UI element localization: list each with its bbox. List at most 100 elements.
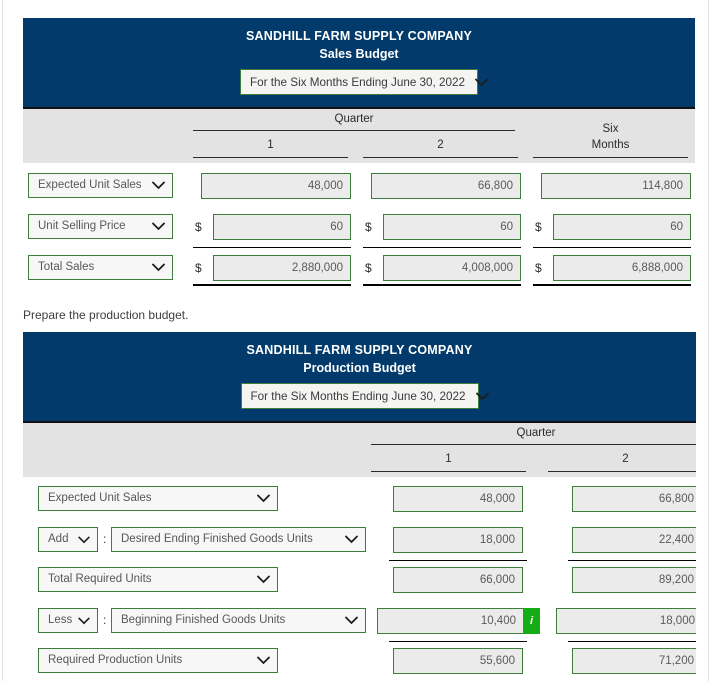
production-budget-row-4-col-2-input[interactable]: 71,200 — [572, 648, 696, 674]
sales-budget-header: SANDHILL FARM SUPPLY COMPANY Sales Budge… — [23, 18, 695, 109]
page-edge-rule-left — [2, 0, 3, 681]
sales-budget-column-headers: Quarter 1 2 Six Months — [23, 109, 695, 163]
production-budget-row-1-separator: : — [103, 532, 107, 546]
production-budget-row-3-prefix: Less — [48, 614, 73, 626]
production-budget-row-1-col-1-input[interactable]: 18,000 — [393, 527, 523, 553]
sales-budget-rows: Expected Unit Sales 48,000 66,800 114,80… — [23, 163, 695, 281]
sales-budget-row-2-label: Total Sales — [38, 261, 95, 273]
instruction-text: Prepare the production budget. — [23, 308, 189, 322]
sales-budget-col-2-rule — [363, 157, 518, 158]
chevron-down-icon — [257, 575, 270, 584]
sales-budget-col-1-rule — [193, 157, 348, 158]
production-budget-subtotal2-rule-col-2 — [568, 641, 696, 642]
sales-budget-total-rule-col-1 — [193, 284, 351, 286]
sales-budget-row-2-label-select[interactable]: Total Sales — [28, 255, 173, 280]
production-budget-row-1-label: Desired Ending Finished Goods Units — [121, 533, 313, 545]
chevron-down-icon — [345, 616, 358, 625]
sales-budget-total-rule-col-six-months — [533, 284, 691, 286]
chevron-down-icon — [78, 617, 90, 625]
production-budget-row-0-label: Expected Unit Sales — [48, 492, 152, 504]
sales-budget-row-1-col-six-months-input[interactable]: 60 — [553, 214, 691, 240]
production-budget-company-name: SANDHILL FARM SUPPLY COMPANY — [246, 343, 473, 357]
production-budget-row-2-col-2-input[interactable]: 89,200 — [572, 567, 696, 593]
sales-budget-col-six-months-rule — [533, 157, 688, 158]
sales-budget-col-2-label: 2 — [437, 139, 444, 151]
production-budget-title: Production Budget — [303, 361, 416, 375]
sales-budget-row-0-col-six-months-input[interactable]: 114,800 — [541, 173, 691, 199]
production-budget-period-value: For the Six Months Ending June 30, 2022 — [250, 389, 466, 403]
sales-budget-row-2-col-1-input[interactable]: 2,880,000 — [213, 255, 351, 281]
chevron-down-icon — [345, 535, 358, 544]
chevron-down-icon — [257, 494, 270, 503]
production-budget-col-1-rule — [371, 471, 526, 472]
chevron-down-icon — [475, 78, 488, 87]
chevron-down-icon — [475, 392, 489, 401]
production-budget-row-2-label-select[interactable]: Total Required Units — [38, 567, 278, 592]
budget-worksheet-page: SANDHILL FARM SUPPLY COMPANY Sales Budge… — [0, 0, 723, 681]
sales-budget-row-1-col-2-currency: $ — [365, 220, 372, 234]
sales-budget-panel: SANDHILL FARM SUPPLY COMPANY Sales Budge… — [23, 18, 695, 286]
sales-budget-col-six-months-label-line2: Months — [591, 139, 630, 151]
sales-budget-row-0-label-select[interactable]: Expected Unit Sales — [28, 173, 173, 198]
production-budget-row-3-label-select[interactable]: Beginning Finished Goods Units — [111, 608, 366, 633]
production-budget-panel: SANDHILL FARM SUPPLY COMPANY Production … — [23, 332, 696, 681]
sales-budget-title: Sales Budget — [319, 47, 399, 61]
production-budget-row-2-label: Total Required Units — [48, 573, 152, 585]
production-budget-row-1-col-2-input[interactable]: 22,400 — [572, 527, 696, 553]
sales-budget-quarter-group-label: Quarter — [334, 113, 374, 125]
sales-budget-col-1-label: 1 — [267, 139, 274, 151]
production-budget-row-0-col-2-input[interactable]: 66,800 — [572, 486, 696, 512]
page-edge-rule-right — [708, 0, 709, 681]
sales-budget-row-1-col-2-input[interactable]: 60 — [383, 214, 521, 240]
production-budget-col-2-rule — [548, 471, 696, 472]
table-row: Expected Unit Sales — [28, 173, 173, 198]
sales-budget-period-select-wrap: For the Six Months Ending June 30, 2022 — [23, 69, 695, 95]
sales-budget-row-0-col-1-input[interactable]: 48,000 — [201, 173, 351, 199]
sales-budget-row-1-col-1-currency: $ — [195, 220, 202, 234]
sales-budget-row-1-col-six-months-currency: $ — [535, 220, 542, 234]
production-budget-row-4-label: Required Production Units — [48, 654, 183, 666]
production-budget-row-3-label: Beginning Finished Goods Units — [121, 614, 286, 626]
sales-budget-row-1-col-1-input[interactable]: 60 — [213, 214, 351, 240]
sales-budget-subtotal-rule-col-1 — [193, 247, 351, 248]
sales-budget-row-2-col-1-currency: $ — [195, 261, 202, 275]
sales-budget-row-0-col-2-input[interactable]: 66,800 — [371, 173, 521, 199]
production-budget-col-1-label: 1 — [445, 453, 452, 465]
production-budget-row-0-label-select[interactable]: Expected Unit Sales — [38, 486, 278, 511]
production-budget-period-select[interactable]: For the Six Months Ending June 30, 2022 — [240, 383, 489, 409]
sales-budget-subtotal-rule-col-2 — [363, 247, 521, 248]
production-budget-row-0-col-1-input[interactable]: 48,000 — [393, 486, 523, 512]
production-budget-row-3-col-2-cell: 18,000 i — [556, 608, 696, 634]
production-budget-col-2-label: 2 — [622, 453, 629, 465]
production-budget-row-1-label-select[interactable]: Desired Ending Finished Goods Units — [111, 527, 366, 552]
chevron-down-icon — [257, 656, 270, 665]
production-budget-row-1-prefix: Add — [48, 533, 69, 545]
info-icon[interactable]: i — [523, 608, 540, 634]
production-budget-row-4-col-1-input[interactable]: 55,600 — [393, 648, 523, 674]
sales-budget-row-1-label-select[interactable]: Unit Selling Price — [28, 214, 173, 239]
quarter-group-rule — [371, 444, 696, 445]
sales-budget-row-2-col-six-months-currency: $ — [535, 261, 542, 275]
sales-budget-period-value: For the Six Months Ending June 30, 2022 — [250, 75, 466, 89]
production-budget-row-4-label-select[interactable]: Required Production Units — [38, 648, 278, 673]
production-budget-row-2-col-1-input[interactable]: 66,000 — [393, 567, 523, 593]
sales-budget-row-2-col-2-input[interactable]: 4,008,000 — [383, 255, 521, 281]
chevron-down-icon — [78, 536, 90, 544]
chevron-down-icon — [152, 181, 165, 190]
sales-budget-row-0-label: Expected Unit Sales — [38, 179, 142, 191]
production-budget-row-3-col-2-input[interactable]: 18,000 — [556, 608, 696, 634]
table-row: Total Sales — [28, 255, 173, 280]
production-budget-subtotal-rule-col-1 — [389, 560, 527, 561]
production-budget-row-3-prefix-select[interactable]: Less — [38, 608, 98, 633]
sales-budget-period-select[interactable]: For the Six Months Ending June 30, 2022 — [240, 69, 488, 95]
table-row: Unit Selling Price — [28, 214, 173, 239]
production-budget-row-3-col-1-input[interactable]: 10,400 — [377, 608, 523, 634]
chevron-down-icon — [152, 263, 165, 272]
production-budget-rows: Expected Unit Sales 48,000 66,800 Add : … — [23, 477, 696, 681]
sales-budget-row-2-col-six-months-input[interactable]: 6,888,000 — [553, 255, 691, 281]
production-budget-row-3-col-1-cell: 10,400 i — [377, 608, 540, 634]
production-budget-row-1-prefix-select[interactable]: Add — [38, 527, 98, 552]
chevron-down-icon — [152, 222, 165, 231]
production-budget-row-3-separator: : — [103, 613, 107, 627]
sales-budget-row-1-label: Unit Selling Price — [38, 220, 126, 232]
